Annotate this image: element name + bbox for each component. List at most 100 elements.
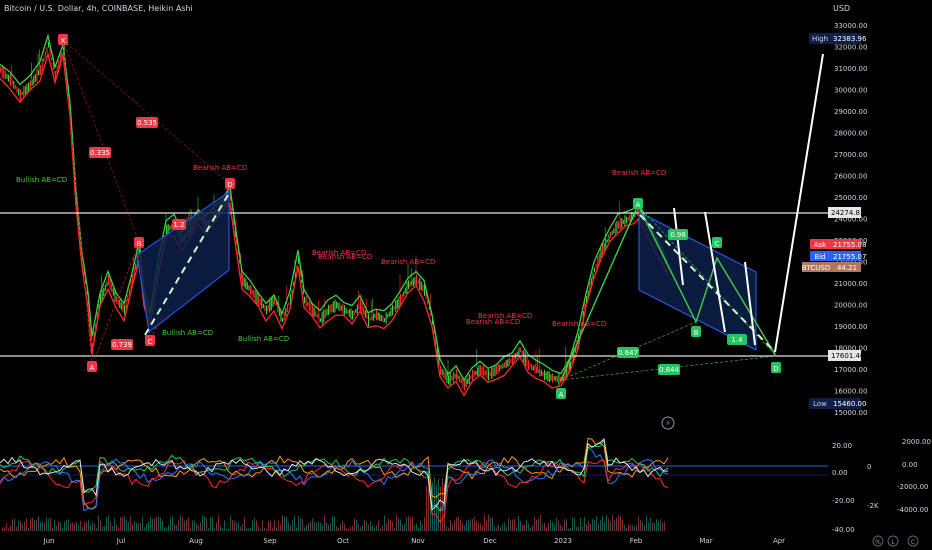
osc-bar [562, 526, 563, 531]
candle [619, 218, 621, 230]
oscillator-pane[interactable] [0, 431, 828, 531]
osc-bar [388, 518, 389, 531]
osc-bar [26, 517, 27, 531]
osc-bar [504, 522, 505, 531]
candle [606, 239, 608, 243]
osc-tick: -4000.00 [897, 506, 928, 514]
osc-bar [246, 527, 247, 531]
osc-bar [616, 517, 617, 531]
candle [603, 243, 605, 251]
candle [499, 364, 501, 372]
axis-buttons[interactable]: % L C [872, 535, 919, 547]
candle [344, 305, 346, 315]
time-tick: Nov [411, 537, 425, 545]
candle [387, 314, 389, 318]
lightning-icon[interactable]: ⚡ [661, 416, 675, 430]
osc-bar [248, 528, 249, 531]
candle [409, 281, 411, 287]
osc-bar [376, 525, 377, 531]
candle [472, 369, 474, 381]
candle [253, 290, 255, 298]
osc-bar [470, 519, 471, 531]
candle [242, 273, 244, 287]
candle [448, 375, 450, 385]
candle [414, 277, 416, 285]
osc-bar [610, 521, 611, 531]
candle [166, 226, 168, 234]
osc-bar [262, 520, 263, 531]
candle [368, 313, 370, 327]
time-axis[interactable]: Jun Jul Aug Sep Oct Nov Dec 2023 Feb Mar Apr [43, 537, 786, 545]
auto-icon[interactable]: C [907, 535, 919, 547]
candle [3, 67, 5, 80]
osc-bar [588, 520, 589, 531]
osc-bar [654, 523, 655, 531]
osc-bar [584, 516, 585, 531]
candle [106, 281, 108, 287]
price-tick: 29000.00 [834, 108, 867, 116]
osc-bar [532, 525, 533, 531]
candle [30, 80, 32, 90]
candle [26, 83, 28, 94]
bid-label: Bid [814, 253, 825, 261]
xb-line [62, 39, 140, 243]
osc-bar [620, 515, 621, 531]
osc-bar [608, 518, 609, 531]
candle [127, 294, 129, 302]
pattern-label: Bullish AB=CD [238, 335, 289, 343]
point-label: A [636, 201, 641, 209]
osc-bar [36, 520, 37, 531]
osc-bar [596, 515, 597, 531]
osc-bar [612, 515, 613, 531]
harmonic-pattern-1 [62, 39, 231, 367]
osc-bar [258, 526, 259, 531]
candle [33, 75, 35, 85]
time-tick: Aug [189, 537, 203, 545]
osc-bar [312, 518, 313, 531]
osc-bar [636, 525, 637, 531]
candle [313, 307, 315, 317]
osc-bar [422, 524, 423, 531]
osc-bar [102, 526, 103, 531]
osc-bar [520, 521, 521, 531]
osc-bar [32, 517, 33, 531]
candle [475, 371, 477, 375]
osc-bar [150, 516, 151, 531]
osc-bar [530, 527, 531, 531]
osc-bar [404, 523, 405, 531]
osc-bar [370, 521, 371, 531]
pattern-label: Bullish AB=CD [16, 176, 67, 184]
osc-bar [94, 523, 95, 531]
percent-icon[interactable]: % [872, 535, 884, 547]
osc-bar [434, 476, 435, 531]
price-chart[interactable]: X A B C D A B C D A 0.335 0.535 0.739 1.… [0, 0, 932, 550]
osc-bar [664, 521, 665, 531]
osc-bar [638, 516, 639, 531]
osc-bar [496, 527, 497, 531]
osc-bar [578, 526, 579, 531]
osc-bar [194, 520, 195, 531]
osc-tick: 20.00 [832, 442, 852, 450]
candle [251, 289, 253, 295]
low-label: Low [813, 400, 827, 408]
projection-white-4 [774, 53, 824, 353]
osc-bar [174, 524, 175, 531]
osc-bar [448, 527, 449, 531]
green-ma-line [0, 33, 669, 382]
candle [46, 47, 48, 53]
candle [491, 367, 493, 379]
osc-bar [120, 517, 121, 531]
osc-bar [386, 523, 387, 531]
candle [396, 299, 398, 309]
log-icon[interactable]: L [887, 535, 899, 547]
osc-bar [146, 523, 147, 531]
osc-bar [320, 522, 321, 531]
candle [465, 379, 467, 387]
osc-bar [334, 516, 335, 531]
osc-bar [152, 518, 153, 531]
chart-app[interactable]: Bitcoin / U.S. Dollar, 4h, COINBASE, Hei… [0, 0, 932, 550]
candle [41, 58, 43, 72]
osc-bar [218, 515, 219, 531]
candle [34, 73, 36, 82]
candle [618, 221, 620, 229]
